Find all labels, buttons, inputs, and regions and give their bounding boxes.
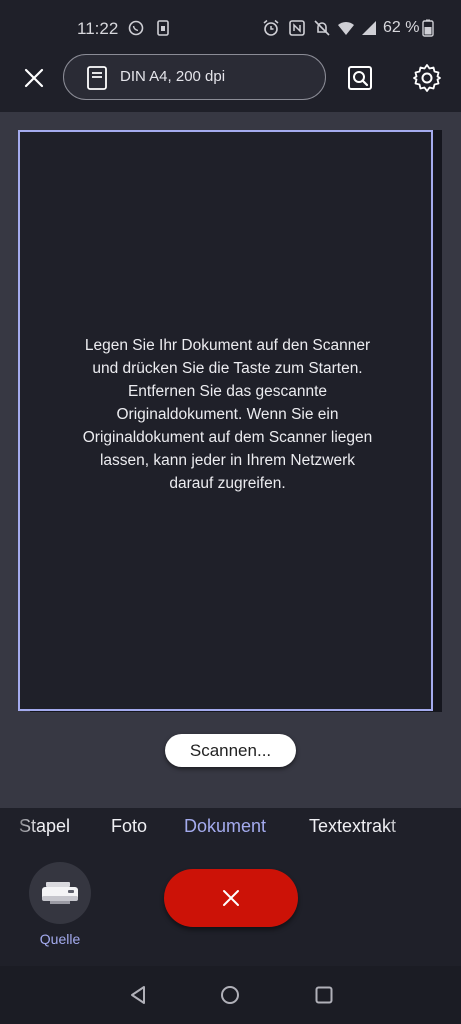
home-icon[interactable] bbox=[220, 985, 240, 1005]
source-button[interactable] bbox=[29, 862, 91, 924]
source-label: Quelle bbox=[39, 931, 81, 947]
status-bar: 11:22 62 % bbox=[0, 0, 461, 52]
format-label: DIN A4, 200 dpi bbox=[120, 68, 226, 85]
battery-percent: 62 % bbox=[383, 19, 420, 36]
back-icon[interactable] bbox=[128, 985, 148, 1005]
scan-instructions: Legen Sie Ihr Dokument auf den Scanner u… bbox=[82, 337, 373, 492]
gear-icon bbox=[413, 64, 441, 92]
printer-icon bbox=[42, 882, 78, 904]
document-icon bbox=[87, 66, 107, 90]
close-icon bbox=[223, 890, 239, 906]
search-preview-icon bbox=[348, 66, 372, 90]
system-nav-bar bbox=[0, 966, 461, 1024]
signal-icon bbox=[362, 21, 376, 35]
mute-icon bbox=[314, 20, 330, 36]
wifi-icon bbox=[338, 21, 354, 35]
mode-fade-left bbox=[0, 808, 40, 848]
mode-dokument[interactable]: Dokument bbox=[184, 816, 266, 837]
alarm-icon bbox=[263, 19, 279, 36]
mode-textextrakt[interactable]: Textextrakt bbox=[309, 816, 396, 837]
scan-status-chip: Scannen... bbox=[165, 734, 296, 767]
scan-preview-area: Legen Sie Ihr Dokument auf den Scanner u… bbox=[0, 112, 461, 808]
scan-page-frame: Legen Sie Ihr Dokument auf den Scanner u… bbox=[18, 130, 433, 711]
preview-button[interactable] bbox=[344, 62, 376, 94]
sim-icon bbox=[157, 20, 169, 36]
settings-button[interactable] bbox=[411, 62, 443, 94]
format-selector[interactable]: DIN A4, 200 dpi bbox=[63, 54, 326, 100]
mode-foto[interactable]: Foto bbox=[111, 816, 147, 837]
whatsapp-icon bbox=[128, 20, 144, 36]
battery-icon bbox=[422, 19, 434, 37]
nfc-icon bbox=[289, 20, 305, 36]
mode-fade-right bbox=[386, 808, 421, 848]
status-time: 11:22 bbox=[77, 19, 119, 38]
recents-icon[interactable] bbox=[314, 985, 334, 1005]
action-bar: Quelle bbox=[0, 848, 461, 966]
close-icon bbox=[24, 68, 44, 88]
close-button[interactable] bbox=[18, 62, 50, 94]
top-bar: DIN A4, 200 dpi bbox=[0, 52, 461, 112]
scan-mode-selector: Stapel Foto Dokument Textextrakt bbox=[0, 808, 461, 848]
cancel-scan-button[interactable] bbox=[164, 869, 298, 927]
